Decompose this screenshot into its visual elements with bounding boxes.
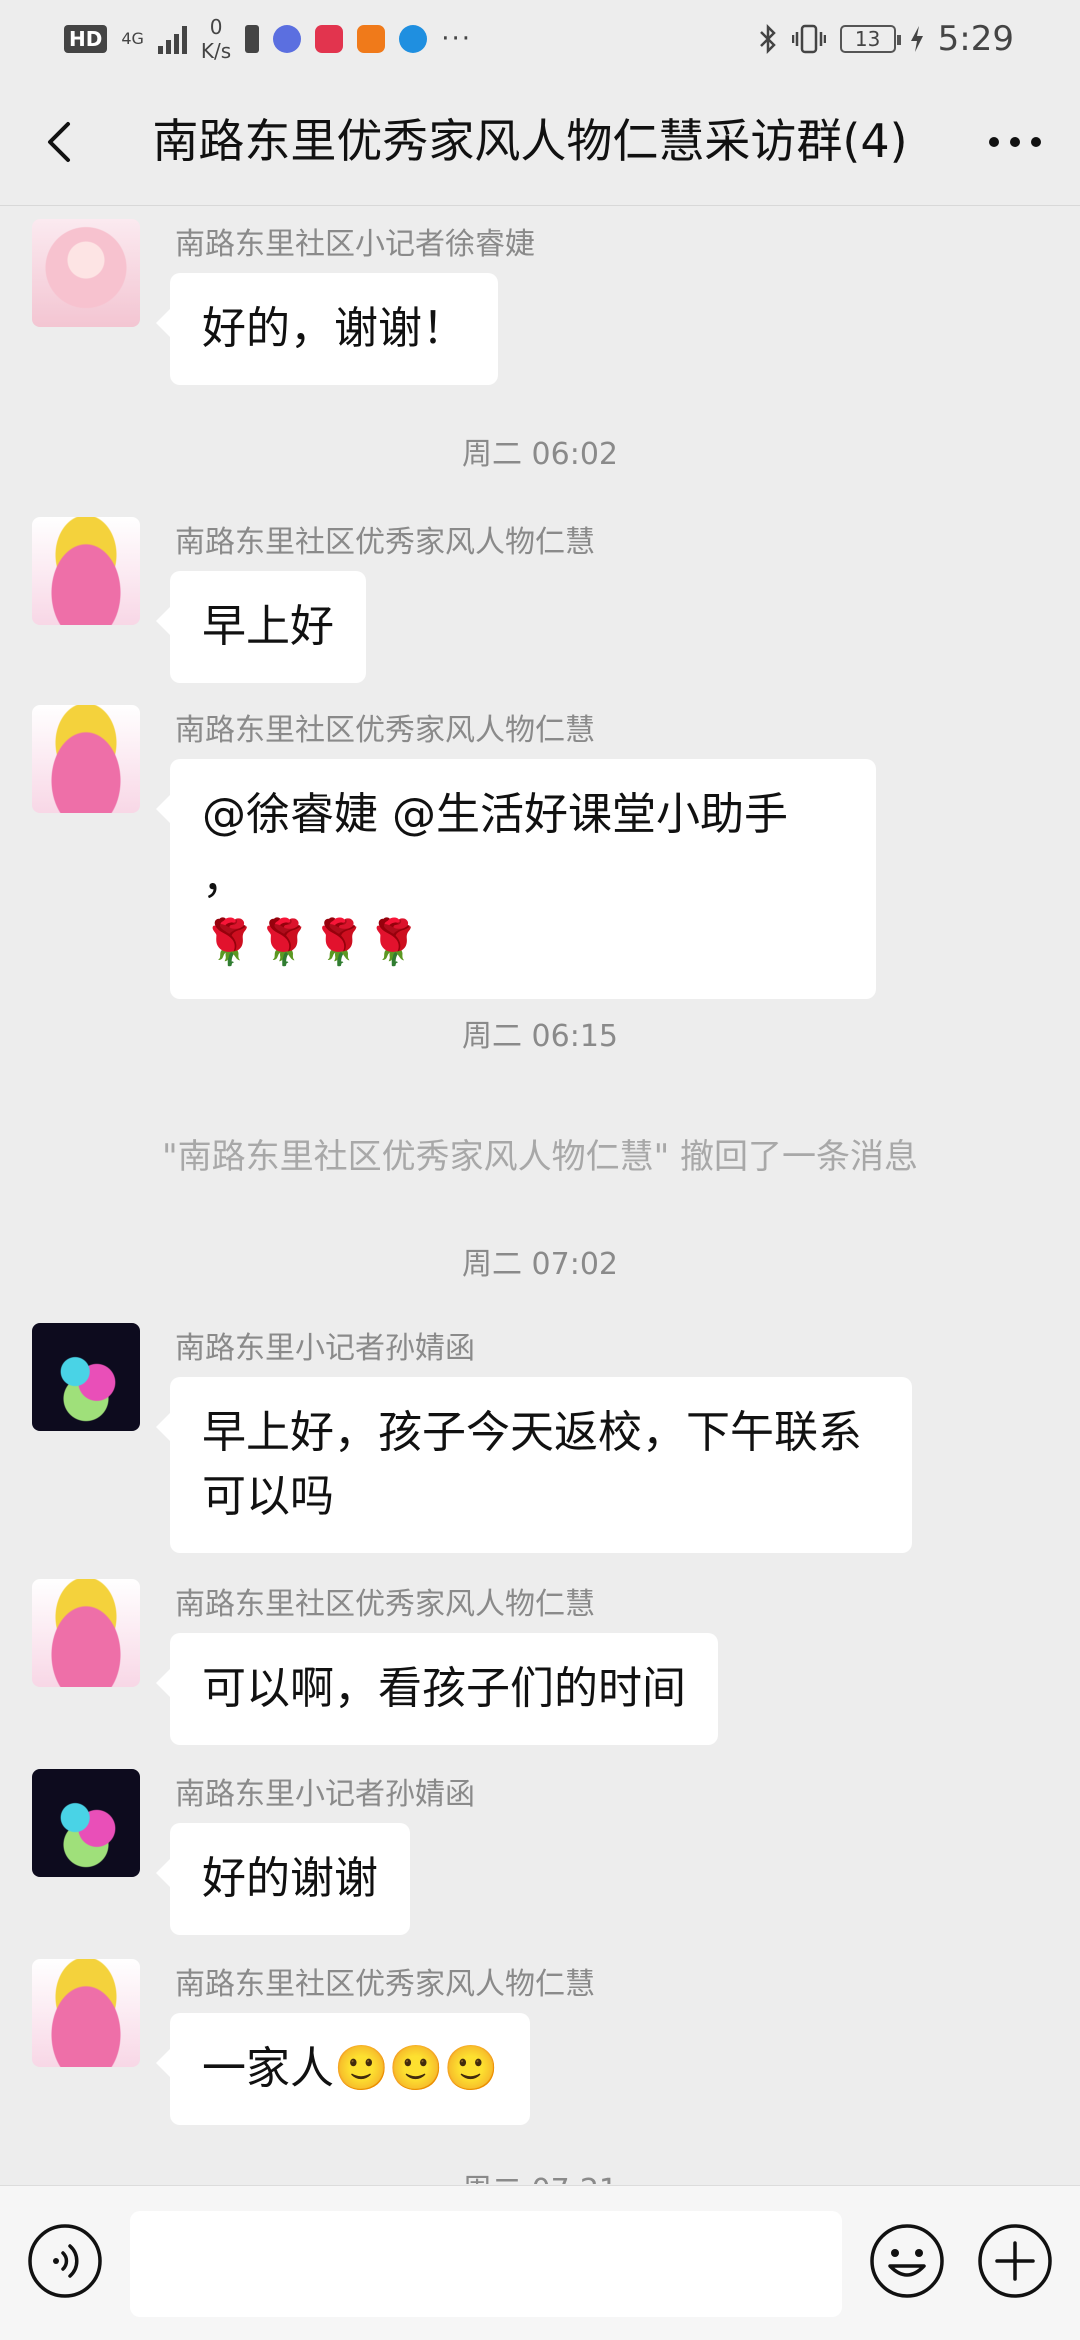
message-bubble[interactable]: 好的，谢谢！ bbox=[156, 273, 498, 385]
recall-notice: "南路东里社区优秀家风人物仁慧" 撤回了一条消息 bbox=[161, 1137, 919, 1177]
back-button[interactable] bbox=[30, 112, 90, 172]
message-bubble[interactable]: 一家人🙂🙂🙂 bbox=[155, 2013, 531, 2125]
network-type: 4G bbox=[121, 29, 144, 48]
back-arrow-icon bbox=[48, 122, 70, 162]
message-text-line: 早上好，孩子今天返校，下午联系 bbox=[202, 1407, 862, 1458]
sender-name: 南路东里社区优秀家风人物仁慧 bbox=[175, 713, 595, 748]
more-notifications-icon: ··· bbox=[441, 24, 472, 54]
status-bar: HD 4G 0 K/s ··· 13 5:29 bbox=[0, 0, 1080, 76]
clock: 5:29 bbox=[937, 19, 1014, 59]
lotus-avatar[interactable] bbox=[32, 517, 140, 625]
message-bubble[interactable]: 可以啊，看孩子们的时间 bbox=[156, 1633, 718, 1745]
night-float-avatar[interactable] bbox=[32, 1769, 140, 1877]
vibrate-icon bbox=[791, 24, 826, 54]
smiley-icon bbox=[870, 2224, 944, 2298]
more-dots-icon bbox=[989, 137, 1041, 147]
browser-app-icon bbox=[399, 25, 428, 53]
status-right: 13 5:29 bbox=[758, 14, 1014, 64]
lotus-avatar[interactable] bbox=[32, 1959, 140, 2067]
rose-emojis: 🌹🌹🌹🌹 bbox=[202, 917, 422, 968]
timestamp: 周二 07:21 bbox=[0, 2165, 1080, 2184]
sender-name: 南路东里社区小记者徐睿婕 bbox=[175, 227, 535, 262]
anime-girl-avatar[interactable] bbox=[32, 219, 140, 327]
emoji-button[interactable] bbox=[868, 2222, 946, 2300]
message-list[interactable]: 南路东里社区小记者徐睿婕 好的，谢谢！ 周二 06:02 南路东里社区优秀家风人… bbox=[0, 207, 1080, 2184]
book-app-icon bbox=[315, 25, 344, 53]
status-left: HD 4G 0 K/s ··· bbox=[64, 14, 472, 64]
more-functions-button[interactable] bbox=[976, 2222, 1054, 2300]
network-speed: 0 K/s bbox=[201, 15, 231, 63]
message-bubble[interactable]: 早上好，孩子今天返校，下午联系 可以吗 bbox=[156, 1377, 912, 1553]
sender-name: 南路东里社区优秀家风人物仁慧 bbox=[175, 1587, 595, 1622]
message-bubble[interactable]: @徐睿婕 @生活好课堂小助手 ， 🌹🌹🌹🌹 bbox=[156, 759, 876, 999]
person-emojis: 🙂🙂🙂 bbox=[334, 2043, 499, 2094]
sender-name: 南路东里小记者孙婧函 bbox=[175, 1331, 475, 1366]
sender-name: 南路东里社区优秀家风人物仁慧 bbox=[175, 1967, 595, 2002]
voice-input-button[interactable] bbox=[26, 2222, 104, 2300]
chat-title: 南路东里优秀家风人物仁慧采访群(4) bbox=[152, 114, 908, 168]
timestamp: 周二 07:02 bbox=[462, 1247, 618, 1282]
notification-alert-icon bbox=[245, 25, 260, 53]
more-options-button[interactable] bbox=[980, 112, 1050, 172]
night-float-avatar[interactable] bbox=[32, 1323, 140, 1431]
input-bar bbox=[0, 2185, 1080, 2340]
chat-header: 南路东里优秀家风人物仁慧采访群(4) bbox=[0, 76, 1080, 206]
sender-name: 南路东里小记者孙婧函 bbox=[175, 1777, 475, 1812]
voice-icon bbox=[28, 2224, 102, 2298]
charging-icon bbox=[910, 26, 923, 52]
bluetooth-icon bbox=[759, 23, 776, 55]
lotus-avatar[interactable] bbox=[32, 1579, 140, 1687]
speed-value: 0 bbox=[209, 15, 223, 39]
message-text-line: @徐睿婕 @生活好课堂小助手 ， bbox=[202, 789, 788, 904]
timestamp: 周二 06:02 bbox=[462, 437, 618, 472]
video-app-icon bbox=[357, 25, 386, 53]
message-text: 一家人 bbox=[202, 2043, 334, 2094]
lotus-avatar[interactable] bbox=[32, 705, 140, 813]
signal-icon bbox=[157, 24, 187, 54]
timestamp: 周二 06:15 bbox=[462, 1019, 618, 1054]
hd-indicator: HD bbox=[64, 25, 108, 53]
message-bubble[interactable]: 早上好 bbox=[156, 571, 366, 683]
message-bubble[interactable]: 好的谢谢 bbox=[156, 1823, 410, 1935]
message-input[interactable] bbox=[130, 2211, 842, 2317]
speed-unit: K/s bbox=[200, 39, 232, 63]
plus-icon bbox=[978, 2224, 1052, 2298]
message-text-line: 可以吗 bbox=[202, 1471, 334, 1522]
battery-icon: 13 bbox=[839, 25, 901, 53]
sender-name: 南路东里社区优秀家风人物仁慧 bbox=[175, 525, 595, 560]
music-app-icon bbox=[273, 25, 302, 53]
